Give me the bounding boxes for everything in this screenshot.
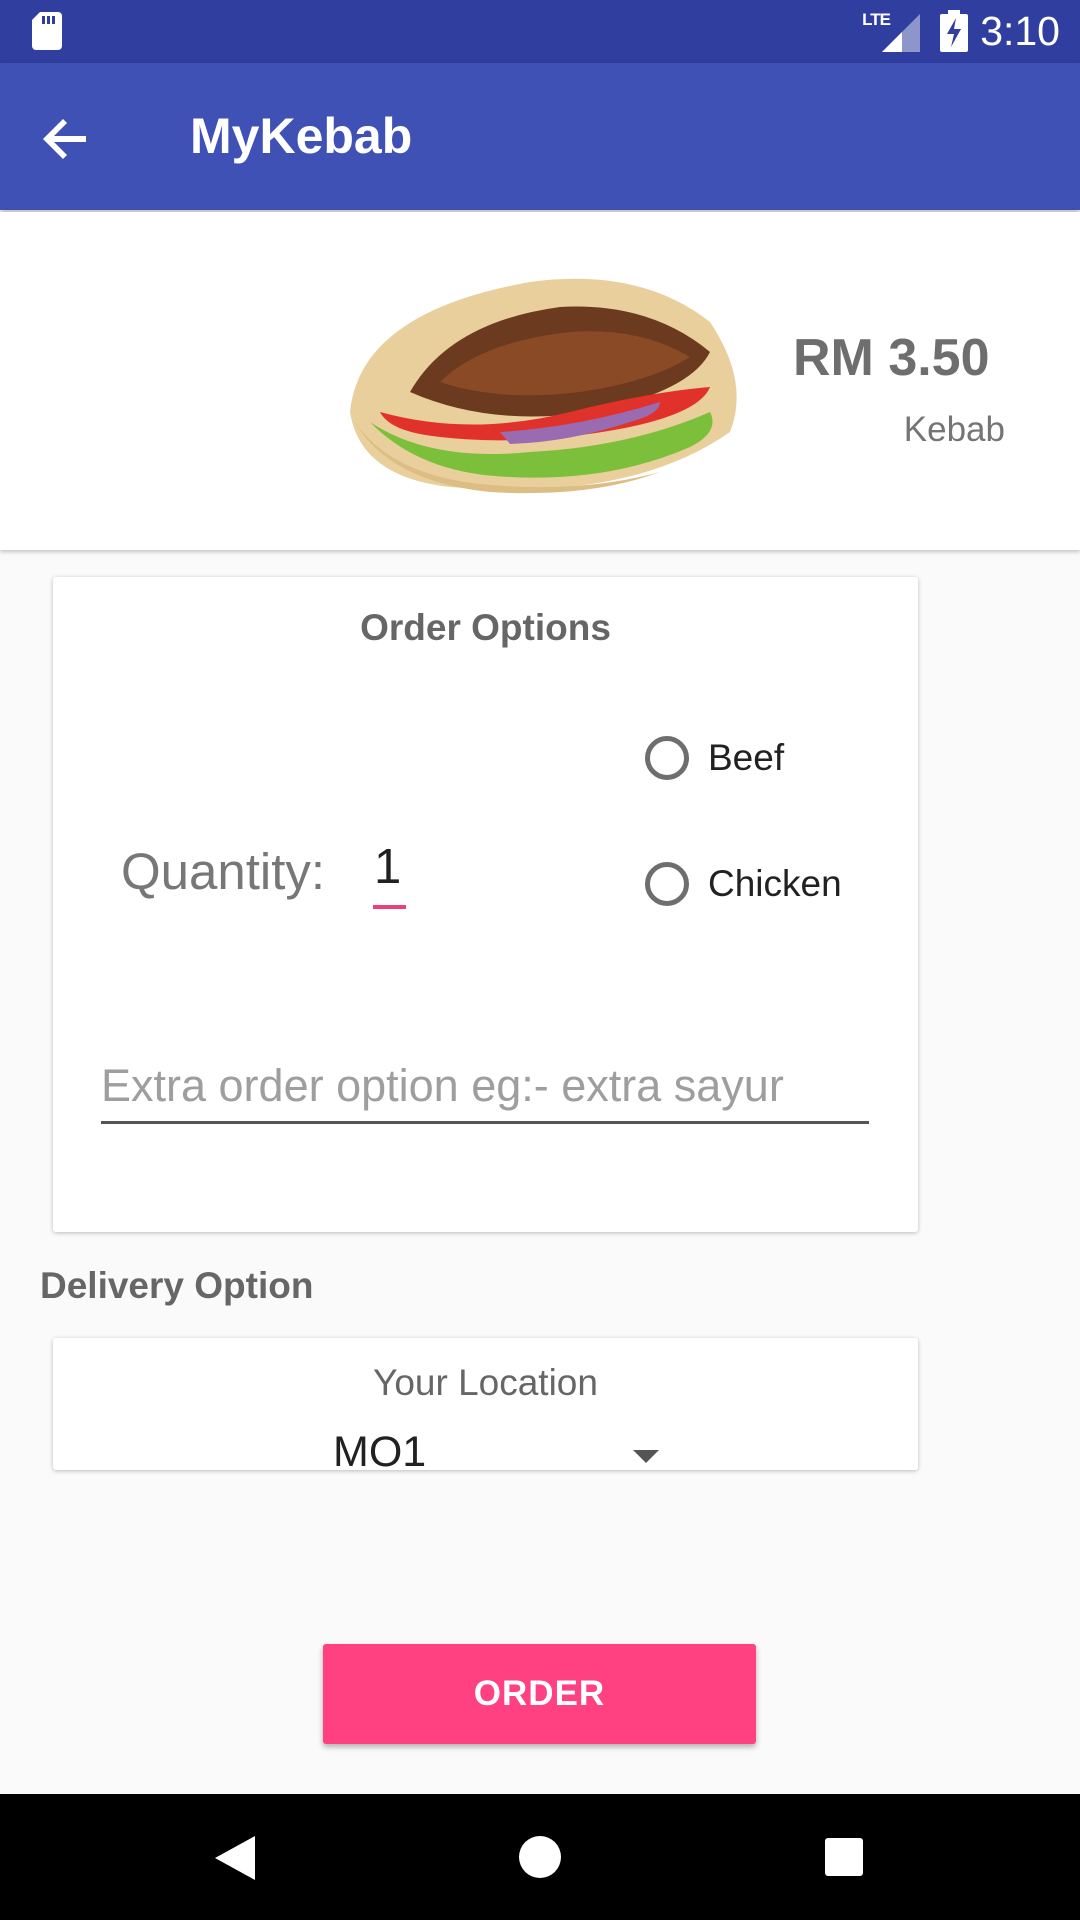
product-name: Kebab bbox=[903, 410, 1005, 449]
kebab-image bbox=[350, 278, 737, 494]
delivery-option-title: Delivery Option bbox=[40, 1265, 314, 1306]
radio-beef-label: Beef bbox=[708, 737, 785, 778]
dropdown-arrow-icon bbox=[633, 1450, 659, 1463]
product-card: RM 3.50 Kebab bbox=[0, 212, 1080, 550]
sd-card-icon bbox=[32, 12, 62, 50]
app-bar: MyKebab bbox=[0, 63, 1080, 210]
status-clock: 3:10 bbox=[980, 8, 1060, 54]
home-circle-icon[interactable] bbox=[519, 1836, 561, 1878]
extra-order-option-input[interactable] bbox=[101, 1051, 869, 1124]
back-triangle-icon[interactable] bbox=[215, 1836, 255, 1880]
product-price: RM 3.50 bbox=[793, 329, 990, 387]
radio-circle-icon bbox=[645, 862, 689, 906]
arrow-back-icon[interactable] bbox=[36, 109, 96, 169]
order-options-card: Order Options Quantity: 1 Beef Chicken bbox=[53, 577, 918, 1232]
radio-chicken[interactable]: Chicken bbox=[645, 862, 842, 906]
radio-circle-icon bbox=[645, 736, 689, 780]
location-dropdown[interactable]: MO1 bbox=[333, 1428, 659, 1470]
navigation-bar bbox=[0, 1794, 1080, 1920]
radio-beef[interactable]: Beef bbox=[645, 736, 784, 780]
app-title: MyKebab bbox=[190, 108, 413, 164]
order-button[interactable]: ORDER bbox=[323, 1644, 756, 1744]
status-bar: LTE 3:10 bbox=[0, 0, 1080, 63]
recents-square-icon[interactable] bbox=[825, 1838, 863, 1876]
signal-icon bbox=[882, 14, 920, 52]
battery-charging-icon bbox=[940, 10, 968, 52]
location-selected-value: MO1 bbox=[333, 1428, 427, 1470]
quantity-input[interactable]: 1 bbox=[374, 839, 401, 895]
location-card: Your Location MO1 bbox=[53, 1338, 918, 1470]
location-label: Your Location bbox=[373, 1362, 598, 1403]
quantity-label: Quantity: bbox=[121, 843, 326, 900]
quantity-underline bbox=[373, 905, 406, 909]
radio-chicken-label: Chicken bbox=[708, 863, 842, 904]
order-options-title: Order Options bbox=[360, 607, 611, 648]
